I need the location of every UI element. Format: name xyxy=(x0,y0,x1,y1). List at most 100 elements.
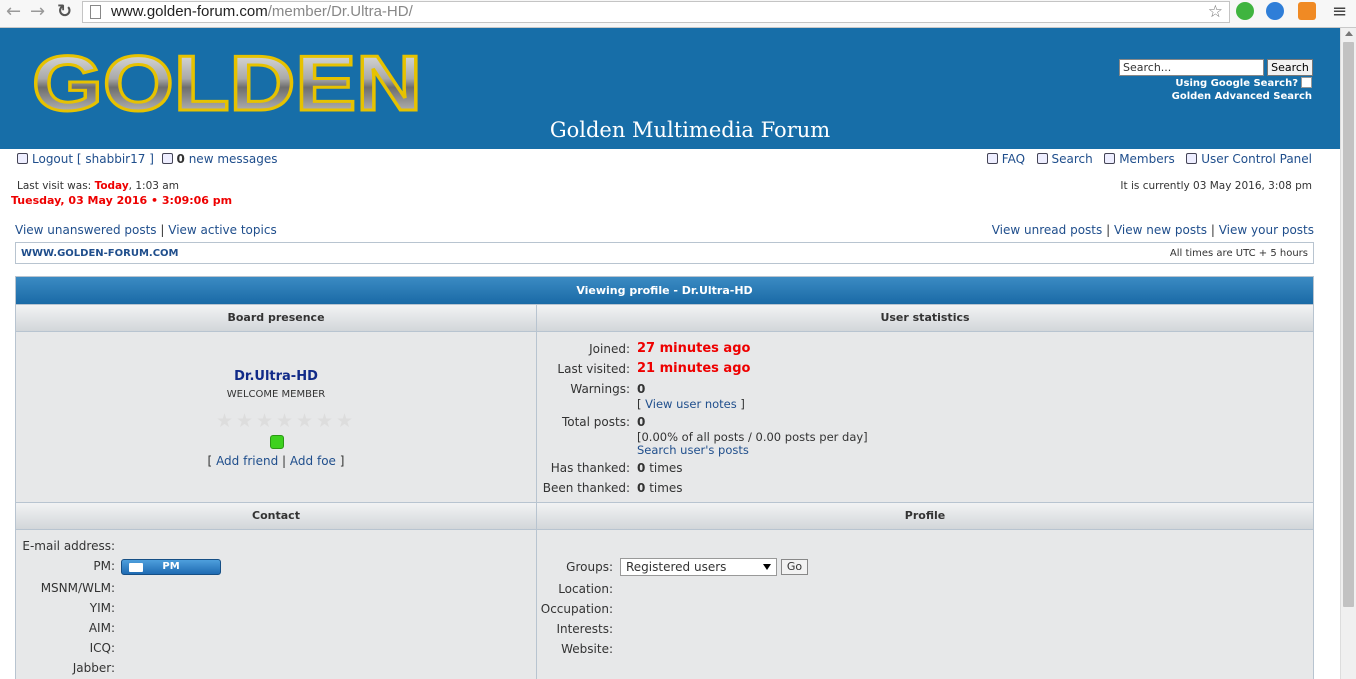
groups-select[interactable]: Registered users xyxy=(620,558,777,576)
view-user-notes-link[interactable]: View user notes xyxy=(645,397,737,411)
column-divider xyxy=(536,530,537,679)
been-thanked-unit: times xyxy=(649,481,683,495)
breadcrumb: WWW.GOLDEN-FORUM.COM All times are UTC +… xyxy=(15,242,1314,264)
browser-toolbar: ← → ↻ www.golden-forum.com/member/Dr.Ult… xyxy=(0,0,1356,28)
profile-username: Dr.Ultra-HD xyxy=(234,369,318,384)
unanswered-posts-link[interactable]: View unanswered posts xyxy=(15,223,157,237)
profile-header: Profile xyxy=(536,502,1313,530)
contact-header: Contact xyxy=(16,502,536,530)
back-arrow-icon[interactable]: ← xyxy=(6,2,21,22)
profile-panel: Viewing profile - Dr.Ultra-HD Board pres… xyxy=(15,276,1314,679)
website-label: Website: xyxy=(561,642,613,656)
link-separator: | xyxy=(160,223,165,237)
go-button[interactable]: Go xyxy=(781,559,808,575)
search-button[interactable]: Search xyxy=(1267,59,1313,76)
link-separator: | xyxy=(1106,223,1111,237)
chevron-down-icon xyxy=(763,564,771,570)
add-friend-link[interactable]: Add friend xyxy=(216,454,278,468)
ucp-link[interactable]: User Control Panel xyxy=(1201,152,1312,166)
nav-search-link[interactable]: Search xyxy=(1052,152,1093,166)
last-visit-today: Today xyxy=(94,180,129,192)
rank-star-icon: ★ xyxy=(236,410,254,432)
last-visited-value: 21 minutes ago xyxy=(637,361,751,376)
bracket-close: ] xyxy=(339,454,345,468)
members-icon xyxy=(1104,153,1116,164)
last-visit-time: , 1:03 am xyxy=(128,180,179,192)
google-search-checkbox[interactable] xyxy=(1301,77,1312,88)
warnings-value: 0 xyxy=(637,382,646,396)
ucp-icon xyxy=(1186,153,1198,164)
search-icon xyxy=(1036,153,1048,164)
view-links-left: View unanswered posts | View active topi… xyxy=(15,223,277,237)
aim-label: AIM: xyxy=(88,621,115,635)
jabber-label: Jabber: xyxy=(72,661,115,675)
timezone-note: All times are UTC + 5 hours xyxy=(1169,248,1308,259)
pm-icon xyxy=(161,153,173,164)
column-divider xyxy=(536,332,537,502)
forward-arrow-icon[interactable]: → xyxy=(30,2,45,22)
search-user-posts-link[interactable]: Search user's posts xyxy=(637,443,749,457)
url-host: www.golden-forum.com xyxy=(111,3,268,20)
link-separator: | xyxy=(282,454,287,468)
faq-icon xyxy=(986,153,998,164)
logout-link[interactable]: Logout [ shabbir17 ] xyxy=(32,152,154,166)
has-thanked-label: Has thanked: xyxy=(550,461,630,475)
rss-extension-icon[interactable] xyxy=(1298,2,1316,20)
new-messages-link[interactable]: new messages xyxy=(189,152,278,166)
search-input[interactable]: Search... xyxy=(1119,59,1264,76)
envelope-icon xyxy=(129,563,143,572)
site-header: GOLDEN Golden Multimedia Forum Search...… xyxy=(0,28,1340,149)
advanced-search-link[interactable]: Golden Advanced Search xyxy=(1172,91,1312,102)
total-posts-value: 0 xyxy=(637,415,646,429)
evernote-extension-icon[interactable] xyxy=(1236,2,1254,20)
unread-posts-link[interactable]: View unread posts xyxy=(992,223,1103,237)
has-thanked-unit: times xyxy=(649,461,683,475)
user-stats-header: User statistics xyxy=(536,304,1313,332)
reload-icon[interactable]: ↻ xyxy=(57,2,72,22)
joined-label: Joined: xyxy=(589,342,630,356)
last-visit: Last visit was: Today, 1:03 am xyxy=(17,180,179,192)
golden-logo[interactable]: GOLDEN xyxy=(28,40,428,120)
current-time: It is currently 03 May 2016, 3:08 pm xyxy=(1120,180,1312,192)
view-notes: [ View user notes ] xyxy=(637,397,745,411)
rank-star-icon: ★ xyxy=(316,410,334,432)
bracket-open: [ xyxy=(637,397,642,411)
live-clock: Tuesday, 03 May 2016 • 3:09:06 pm xyxy=(11,194,233,207)
active-topics-link[interactable]: View active topics xyxy=(168,223,276,237)
add-foe-link[interactable]: Add foe xyxy=(290,454,336,468)
rank-star-icon: ★ xyxy=(296,410,314,432)
total-posts-label: Total posts: xyxy=(561,415,630,429)
has-thanked-value: 0 times xyxy=(637,461,683,475)
pm-button-label: PM xyxy=(162,561,180,572)
icq-label: ICQ: xyxy=(89,641,115,655)
pm-button[interactable]: PM xyxy=(121,559,221,575)
profile-title: Viewing profile - Dr.Ultra-HD xyxy=(16,277,1313,304)
rank-star-icon: ★ xyxy=(336,410,354,432)
occupation-label: Occupation: xyxy=(540,602,613,616)
logout-icon xyxy=(17,153,28,164)
menu-icon[interactable]: ≡ xyxy=(1332,2,1347,22)
vertical-scrollbar[interactable] xyxy=(1340,28,1356,679)
email-label: E-mail address: xyxy=(22,539,115,553)
friend-foe-links: [ Add friend | Add foe ] xyxy=(16,454,536,468)
new-posts-link[interactable]: View new posts xyxy=(1114,223,1207,237)
breadcrumb-site-link[interactable]: WWW.GOLDEN-FORUM.COM xyxy=(21,248,179,259)
msnm-label: MSNM/WLM: xyxy=(40,581,115,595)
members-link[interactable]: Members xyxy=(1119,152,1175,166)
globe-extension-icon[interactable] xyxy=(1266,2,1284,20)
groups-label: Groups: xyxy=(566,560,613,574)
new-messages-count[interactable]: 0 xyxy=(177,152,185,166)
been-thanked-value: 0 times xyxy=(637,481,683,495)
scroll-up-icon[interactable] xyxy=(1345,31,1353,36)
scrollbar-thumb[interactable] xyxy=(1343,42,1354,607)
logo-text: GOLDEN xyxy=(32,40,422,120)
bracket-close: ] xyxy=(740,397,745,411)
rank-star-icon: ★ xyxy=(256,410,274,432)
address-bar[interactable]: www.golden-forum.com/member/Dr.Ultra-HD/… xyxy=(82,1,1230,23)
been-thanked-label: Been thanked: xyxy=(542,481,630,495)
bookmark-star-icon[interactable]: ☆ xyxy=(1208,2,1223,22)
google-search-label: Using Google Search? xyxy=(1175,78,1298,89)
your-posts-link[interactable]: View your posts xyxy=(1219,223,1314,237)
faq-link[interactable]: FAQ xyxy=(1002,152,1025,166)
main-nav: FAQ Search Members User Control Panel xyxy=(986,152,1312,166)
